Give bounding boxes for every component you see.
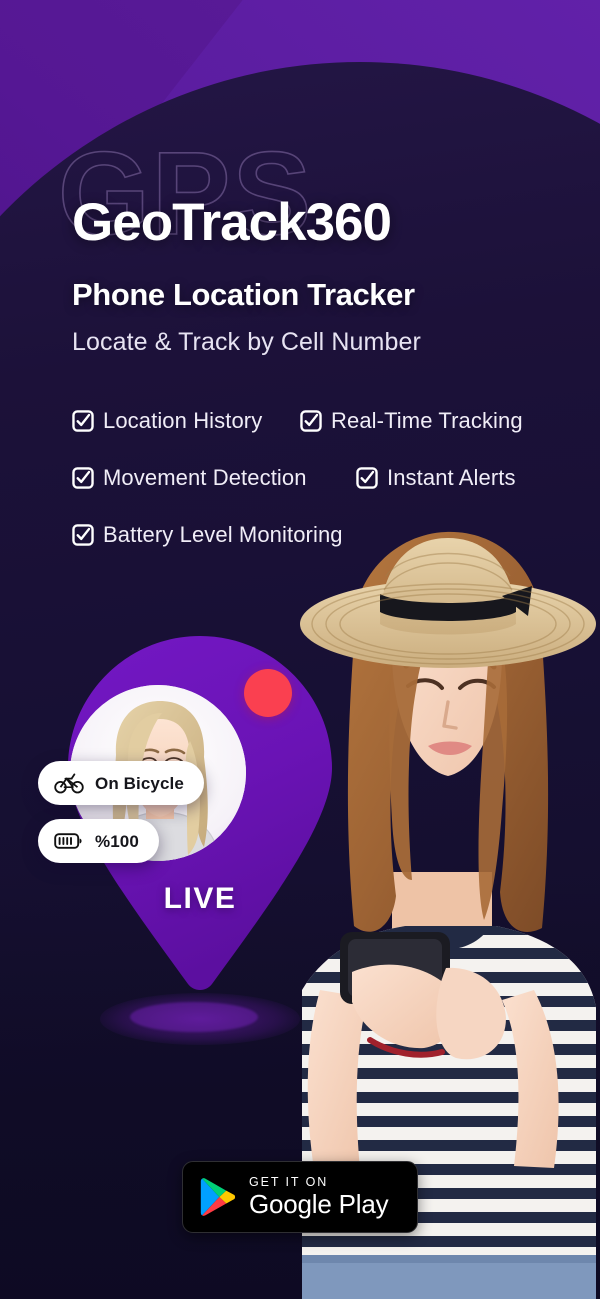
bicycle-icon [54,773,84,794]
checkbox-checked-icon [300,409,322,432]
checkbox-checked-icon [72,409,94,432]
feature-label: Movement Detection [103,464,307,490]
live-label: LIVE [163,882,237,915]
chip-label: On Bicycle [95,773,184,793]
jeans [302,1255,596,1299]
play-badge-big-text: Google Play [249,1189,389,1220]
chip-activity-status[interactable]: On Bicycle [38,761,204,805]
checkbox-checked-icon [72,466,94,489]
battery-full-icon [54,833,82,849]
checkbox-checked-icon [72,523,94,546]
chip-label: %100 [95,831,139,851]
feature-item-movement-detection: Movement Detection [72,464,356,490]
chip-battery-status[interactable]: %100 [38,819,159,863]
straw-hat [300,538,596,668]
feature-label: Instant Alerts [387,464,516,490]
checkbox-checked-icon [356,466,378,489]
app-title: GeoTrack360 [72,193,392,252]
pin-ground-glow-inner [130,1002,258,1032]
feature-item-real-time-tracking: Real-Time Tracking [300,407,523,433]
feature-row: Movement Detection Instant Alerts [72,460,542,495]
feature-row: Location History Real-Time Tracking [72,403,542,438]
google-play-logo-icon [200,1178,236,1216]
app-subtitle: Phone Location Tracker [72,277,415,312]
google-play-badge[interactable]: GET IT ON Google Play [182,1161,418,1233]
feature-label: Location History [103,407,263,433]
feature-label: Real-Time Tracking [331,407,523,433]
play-badge-small-text: GET IT ON [249,1174,329,1189]
app-tagline: Locate & Track by Cell Number [72,328,421,356]
online-status-dot [244,669,292,717]
feature-item-location-history: Location History [72,407,300,433]
play-badge-text: GET IT ON Google Play [249,1174,389,1220]
store-listing-graphic: GPS GeoTrack360 Phone Location Tracker L… [0,0,600,1299]
feature-item-instant-alerts: Instant Alerts [356,464,516,490]
